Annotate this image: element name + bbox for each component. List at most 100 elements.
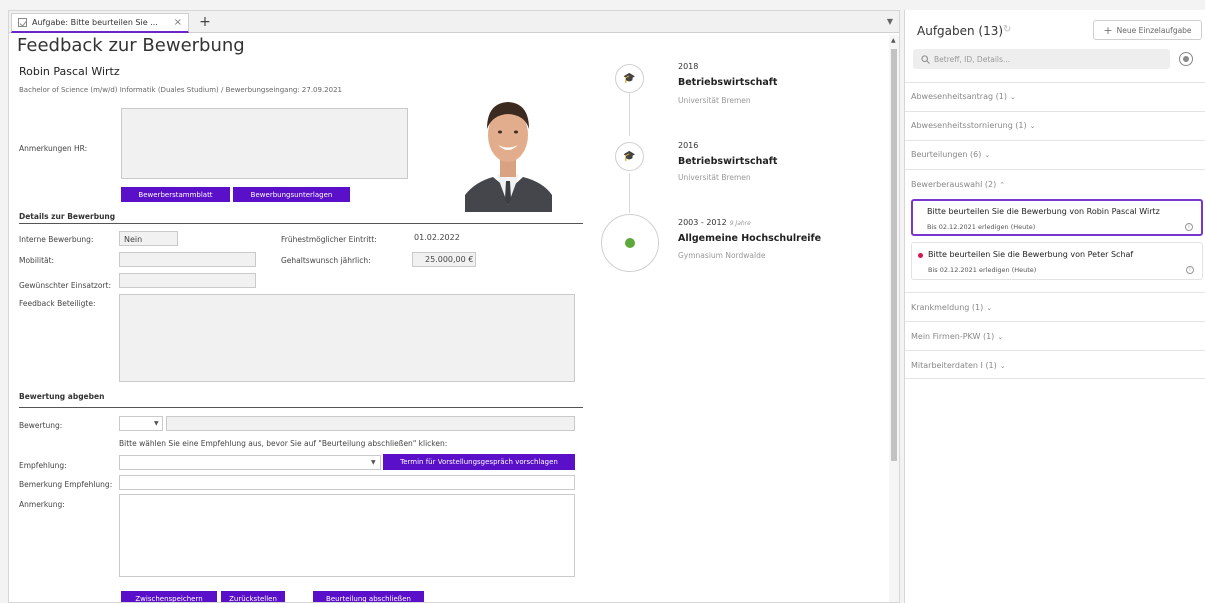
- task-title: Bitte beurteilen Sie die Bewerbung von R…: [927, 207, 1160, 216]
- timeline-school: Universität Bremen: [678, 96, 751, 105]
- group-label: Bewerberauswahl (2) ⌃: [911, 180, 1006, 189]
- tasks-title: Aufgaben (13): [917, 24, 1004, 38]
- internal-application-label: Interne Bewerbung:: [19, 235, 94, 244]
- start-date-label: Frühestmöglicher Eintritt:: [281, 235, 377, 244]
- group-label: Krankmeldung (1) ⌄: [911, 303, 993, 312]
- chevron-down-icon[interactable]: ▼: [371, 459, 376, 466]
- propose-interview-button[interactable]: Termin für Vorstellungsgespräch vorschla…: [383, 454, 575, 470]
- task-detail-panel: Aufgabe: Bitte beurteilen Sie ... × + ▼ …: [8, 10, 900, 603]
- add-tab-button[interactable]: +: [197, 13, 213, 31]
- scroll-thumb[interactable]: [891, 49, 897, 461]
- group-mein-firmen-pkw[interactable]: Mein Firmen-PKW (1) ⌄: [905, 321, 1205, 350]
- group-beurteilungen[interactable]: Beurteilungen (6) ⌄: [905, 140, 1205, 169]
- graduation-cap-icon: 🎓: [623, 151, 636, 162]
- note-field[interactable]: [119, 494, 575, 577]
- apple-icon: [625, 238, 635, 248]
- finish-assessment-button[interactable]: Beurteilung abschließen: [313, 591, 424, 602]
- chevron-down-icon: ⌄: [1009, 93, 1016, 101]
- plus-icon: +: [1103, 23, 1113, 37]
- internal-application-value: Nein: [124, 235, 143, 244]
- timeline-node: [601, 214, 659, 272]
- timeline-line: [629, 88, 630, 136]
- info-icon[interactable]: i: [1185, 223, 1193, 231]
- recommendation-note-field[interactable]: [119, 475, 575, 490]
- close-icon[interactable]: ×: [174, 17, 182, 28]
- location-field: [119, 273, 256, 288]
- task-title: Bitte beurteilen Sie die Bewerbung von P…: [928, 250, 1134, 259]
- page-title: Feedback zur Bewerbung: [17, 35, 245, 56]
- group-label: Abwesenheitsstornierung (1) ⌄: [911, 121, 1036, 130]
- task-card[interactable]: Bitte beurteilen Sie die Bewerbung von P…: [911, 242, 1203, 280]
- graduation-cap-icon: 🎓: [623, 73, 636, 84]
- tab-label: Aufgabe: Bitte beurteilen Sie ...: [32, 18, 158, 27]
- new-task-button[interactable]: + Neue Einzelaufgabe: [1093, 20, 1202, 40]
- bewerberstammblatt-button[interactable]: Bewerberstammblatt: [121, 187, 230, 202]
- chevron-down-icon[interactable]: ▼: [154, 420, 159, 427]
- new-task-label: Neue Einzelaufgabe: [1116, 25, 1192, 35]
- save-draft-button[interactable]: Zwischenspeichern: [121, 591, 217, 602]
- chevron-down-icon: ⌄: [986, 304, 993, 312]
- timeline-node: 🎓: [615, 142, 644, 171]
- scrollbar[interactable]: ▲: [889, 35, 899, 602]
- section-divider: [19, 407, 583, 408]
- task-due: Bis 02.12.2021 erledigen (Heute): [928, 266, 1037, 274]
- chevron-down-icon: ⌄: [984, 151, 991, 159]
- task-card[interactable]: Bitte beurteilen Sie die Bewerbung von R…: [911, 199, 1203, 236]
- chevron-up-icon: ⌃: [999, 181, 1006, 189]
- tab-bar: Aufgabe: Bitte beurteilen Sie ... × + ▼: [9, 11, 899, 33]
- timeline-degree: Allgemeine Hochschulreife: [678, 233, 822, 244]
- tab-aufgabe[interactable]: Aufgabe: Bitte beurteilen Sie ... ×: [11, 13, 189, 33]
- recommendation-hint: Bitte wählen Sie eine Empfehlung aus, be…: [119, 439, 448, 448]
- candidate-name: Robin Pascal Wirtz: [19, 65, 120, 78]
- recommendation-select[interactable]: [119, 455, 381, 470]
- group-mitarbeiterdaten[interactable]: Mitarbeiterdaten I (1) ⌄: [905, 350, 1205, 379]
- search-icon: [921, 54, 930, 64]
- group-krankmeldung[interactable]: Krankmeldung (1) ⌄: [905, 292, 1205, 321]
- defer-button[interactable]: Zurückstellen: [221, 591, 285, 602]
- recommendation-label: Empfehlung:: [19, 461, 67, 470]
- search-box[interactable]: [913, 49, 1170, 69]
- rating-comment-field[interactable]: [166, 416, 575, 431]
- timeline-school: Universität Bremen: [678, 173, 751, 182]
- refresh-icon[interactable]: ↻: [1003, 24, 1011, 35]
- scroll-up-icon[interactable]: ▲: [891, 37, 896, 44]
- search-input[interactable]: [934, 54, 1154, 64]
- group-abwesenheitsstornierung[interactable]: Abwesenheitsstornierung (1) ⌄: [905, 111, 1205, 140]
- salary-value: 25.000,00 €: [425, 255, 474, 264]
- filter-icon[interactable]: [1179, 52, 1193, 66]
- task-due: Bis 02.12.2021 erledigen (Heute): [927, 223, 1036, 231]
- salary-label: Gehaltswunsch jährlich:: [281, 256, 371, 265]
- candidate-photo: [465, 87, 552, 212]
- hr-notes-field[interactable]: [121, 108, 408, 179]
- note-label: Anmerkung:: [19, 500, 65, 509]
- group-label: Mein Firmen-PKW (1) ⌄: [911, 332, 1004, 341]
- rating-heading: Bewertung abgeben: [19, 392, 105, 401]
- timeline-line: [629, 173, 630, 213]
- timeline-year: 2018: [678, 62, 699, 71]
- details-heading: Details zur Bewerbung: [19, 212, 116, 221]
- alert-dot-icon: [918, 253, 923, 258]
- task-check-icon: [18, 18, 27, 27]
- bewerbungsunterlagen-button[interactable]: Bewerbungsunterlagen: [233, 187, 350, 202]
- chevron-down-icon: ⌄: [1029, 122, 1036, 130]
- location-label: Gewünschter Einsatzort:: [19, 281, 111, 290]
- candidate-subtitle: Bachelor of Science (m/w/d) Informatik (…: [19, 86, 342, 94]
- timeline-node: 🎓: [615, 64, 644, 93]
- hr-notes-label: Anmerkungen HR:: [19, 144, 88, 153]
- section-divider: [19, 223, 583, 224]
- start-date-value: 01.02.2022: [414, 233, 460, 242]
- group-label: Mitarbeiterdaten I (1) ⌄: [911, 361, 1006, 370]
- rating-label: Bewertung:: [19, 421, 63, 430]
- feedback-label: Feedback Beteiligte:: [19, 299, 96, 308]
- timeline-degree: Betriebswirtschaft: [678, 77, 778, 88]
- info-icon[interactable]: i: [1186, 266, 1194, 274]
- group-abwesenheitsantrag[interactable]: Abwesenheitsantrag (1) ⌄: [905, 82, 1205, 111]
- feedback-field: [119, 294, 575, 382]
- mobility-field: [119, 252, 256, 267]
- mobility-label: Mobilität:: [19, 256, 55, 265]
- tasks-panel: Aufgaben (13) ↻ + Neue Einzelaufgabe Abw…: [904, 10, 1205, 603]
- timeline-year: 2016: [678, 141, 699, 150]
- recommendation-note-label: Bemerkung Empfehlung:: [19, 480, 113, 489]
- chevron-down-icon[interactable]: ▼: [887, 17, 893, 26]
- group-label: Abwesenheitsantrag (1) ⌄: [911, 92, 1016, 101]
